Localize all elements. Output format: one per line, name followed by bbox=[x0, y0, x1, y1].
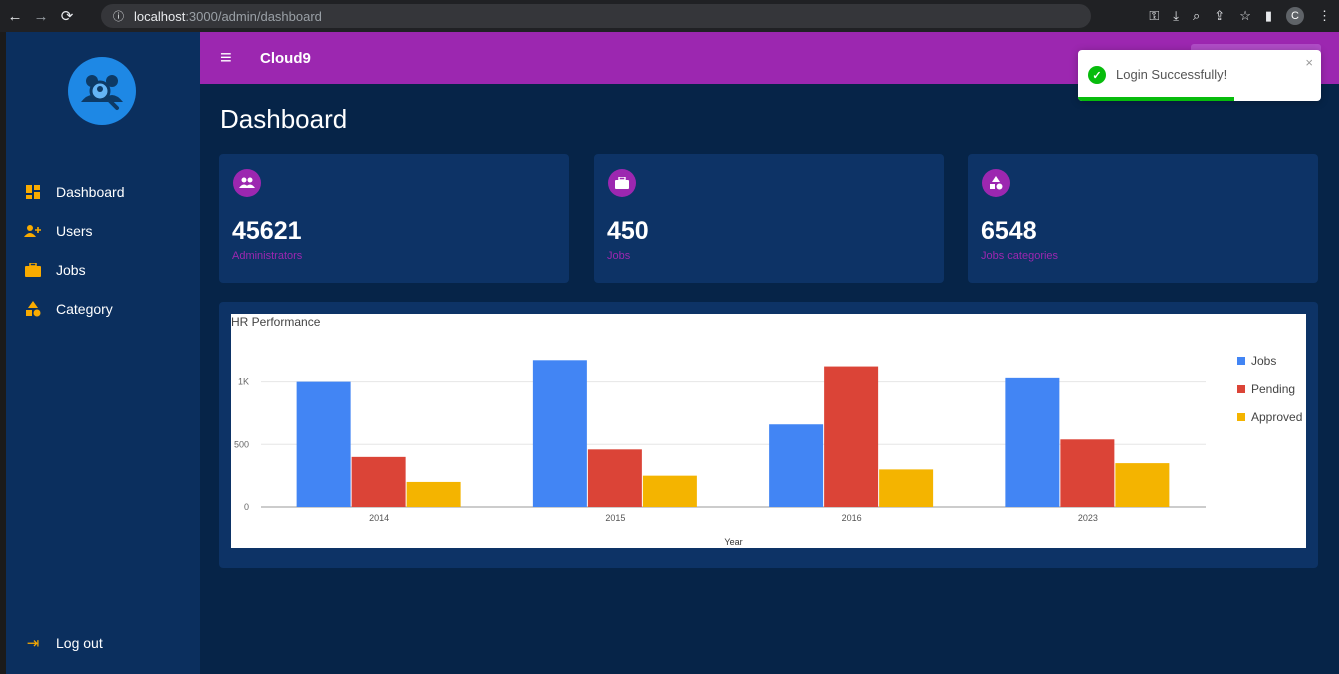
reload-icon[interactable]: ⟳ bbox=[56, 7, 78, 25]
bar-approved-2014 bbox=[406, 481, 461, 507]
share-icon[interactable]: ⇪ bbox=[1214, 8, 1225, 24]
url-host: localhost bbox=[134, 8, 186, 24]
stat-label: Jobs bbox=[607, 250, 631, 262]
sidebar-item-category[interactable]: Category bbox=[24, 289, 125, 328]
address-bar[interactable]: ⓘ localhost:3000/admin/dashboard bbox=[101, 4, 1091, 28]
url-path: :3000/admin/dashboard bbox=[185, 8, 322, 24]
stat-card-administrators: 45621 Administrators bbox=[219, 154, 569, 283]
bar-pending-2023 bbox=[1060, 439, 1115, 507]
brand-name: Cloud9 bbox=[260, 49, 311, 67]
bar-approved-2016 bbox=[879, 469, 934, 507]
bar-jobs-2016 bbox=[769, 424, 824, 507]
check-circle-icon: ✓ bbox=[1088, 66, 1106, 84]
stat-value: 450 bbox=[607, 217, 649, 245]
logout-button[interactable]: ⇥ Log out bbox=[24, 634, 103, 652]
stat-card-jobs: 450 Jobs bbox=[594, 154, 944, 283]
toast-progress-track bbox=[1078, 97, 1321, 101]
legend-label-pending: Pending bbox=[1251, 382, 1295, 396]
category-icon bbox=[982, 169, 1010, 197]
zoom-icon[interactable]: ⌕ bbox=[1193, 8, 1200, 24]
bar-approved-2023 bbox=[1115, 463, 1170, 507]
bar-approved-2015 bbox=[642, 475, 697, 507]
legend-swatch-approved bbox=[1237, 413, 1245, 421]
legend-label-approved: Approved bbox=[1251, 410, 1302, 424]
legend-swatch-jobs bbox=[1237, 357, 1245, 365]
profile-avatar[interactable]: C bbox=[1286, 7, 1304, 25]
dashboard-icon bbox=[24, 183, 42, 201]
install-icon[interactable]: ⤓ bbox=[1173, 8, 1179, 24]
category-icon bbox=[24, 300, 42, 318]
y-tick-label: 500 bbox=[234, 439, 249, 449]
x-tick-label: 2023 bbox=[1078, 513, 1098, 523]
stat-label: Administrators bbox=[232, 250, 303, 262]
team-search-icon bbox=[76, 65, 128, 117]
logout-label: Log out bbox=[56, 635, 103, 651]
sidebar: Dashboard Users Jobs Category ⇥ Log out bbox=[0, 32, 200, 674]
x-tick-label: 2014 bbox=[369, 513, 389, 523]
legend-swatch-pending bbox=[1237, 385, 1245, 393]
chart-title: HR Performance bbox=[231, 315, 321, 329]
menu-dots-icon[interactable]: ⋮ bbox=[1318, 8, 1331, 24]
side-panel-icon[interactable]: ▮ bbox=[1265, 8, 1272, 24]
toast-progress-bar bbox=[1078, 97, 1234, 101]
info-icon[interactable]: ⓘ bbox=[113, 8, 124, 24]
sidebar-item-users[interactable]: Users bbox=[24, 211, 125, 250]
sidebar-item-label: Users bbox=[56, 222, 93, 239]
success-toast: ✓ Login Successfully! × bbox=[1078, 50, 1321, 101]
toast-message: Login Successfully! bbox=[1116, 67, 1228, 82]
x-tick-label: 2016 bbox=[842, 513, 862, 523]
bar-jobs-2015 bbox=[532, 360, 587, 507]
y-tick-label: 1K bbox=[238, 377, 249, 387]
sidebar-item-jobs[interactable]: Jobs bbox=[24, 250, 125, 289]
hr-performance-chart: HR Performance 0 500 1K 2014 2015 2016 2023 Year… bbox=[231, 315, 1302, 547]
stat-card-job-categories: 6548 Jobs categories bbox=[968, 154, 1318, 283]
y-tick-label: 0 bbox=[244, 502, 249, 512]
sidebar-item-label: Jobs bbox=[56, 261, 86, 278]
stat-value: 6548 bbox=[981, 217, 1037, 245]
sidebar-item-label: Category bbox=[56, 300, 113, 317]
bar-pending-2015 bbox=[587, 449, 642, 507]
people-icon bbox=[233, 169, 261, 197]
sidebar-item-dashboard[interactable]: Dashboard bbox=[24, 172, 125, 211]
bookmark-star-icon[interactable]: ☆ bbox=[1239, 8, 1251, 24]
sidebar-item-label: Dashboard bbox=[56, 183, 125, 200]
close-icon[interactable]: × bbox=[1305, 55, 1313, 70]
x-tick-label: 2015 bbox=[605, 513, 625, 523]
browser-toolbar: ← → ⟳ ⓘ localhost:3000/admin/dashboard ⚿… bbox=[0, 0, 1339, 32]
bar-jobs-2023 bbox=[1005, 377, 1060, 507]
hamburger-menu-icon[interactable]: ≡ bbox=[220, 47, 240, 70]
legend-label-jobs: Jobs bbox=[1251, 354, 1276, 368]
stat-value: 45621 bbox=[232, 217, 302, 245]
hr-performance-chart-container: HR Performance 0 500 1K 2014 2015 2016 2023 Year… bbox=[231, 314, 1306, 548]
briefcase-icon bbox=[24, 261, 42, 279]
logout-icon: ⇥ bbox=[26, 635, 40, 652]
x-axis-label: Year bbox=[724, 537, 742, 547]
bar-jobs-2014 bbox=[296, 381, 351, 507]
back-icon[interactable]: ← bbox=[4, 8, 26, 25]
stat-label: Jobs categories bbox=[981, 250, 1059, 262]
logo bbox=[68, 57, 136, 125]
page-title: Dashboard bbox=[220, 104, 348, 134]
add-user-icon bbox=[24, 222, 42, 240]
bar-pending-2014 bbox=[351, 456, 406, 507]
bar-pending-2016 bbox=[824, 366, 879, 507]
forward-icon[interactable]: → bbox=[30, 8, 52, 25]
briefcase-icon bbox=[608, 169, 636, 197]
key-icon[interactable]: ⚿ bbox=[1149, 8, 1159, 24]
